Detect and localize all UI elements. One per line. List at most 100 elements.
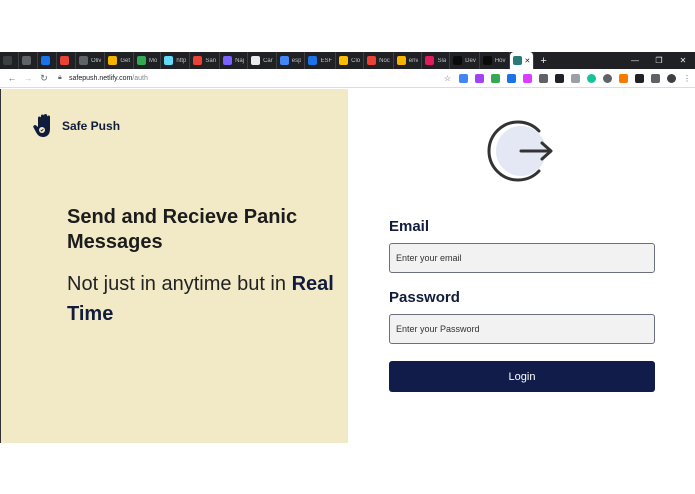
tab[interactable] [57, 52, 76, 69]
d-icon [453, 56, 463, 65]
r-icon [308, 56, 318, 65]
tab[interactable] [0, 52, 19, 69]
tab-title: env [408, 57, 419, 64]
browser-tab-strip: Oliv Get Mo http San Naj Car esp ESF Clo Noc env Sla… [0, 52, 695, 69]
circle-icon [22, 56, 31, 65]
window-controls: — ❐ ✕ [623, 56, 695, 65]
tab-title: Naj [235, 57, 245, 64]
app-icon [3, 56, 12, 65]
tab[interactable] [38, 52, 57, 69]
tab-title: http [176, 57, 187, 64]
extension-icon[interactable] [523, 73, 532, 83]
extension-icon[interactable] [571, 73, 580, 83]
tab-title: ESF [320, 57, 333, 64]
hero-subline-text: Not just in anytime but in [67, 273, 292, 295]
extension-icon[interactable] [555, 73, 564, 83]
tab[interactable]: Mo [134, 52, 162, 69]
record-icon [60, 56, 69, 65]
menu-icon[interactable]: ⋮ [683, 74, 691, 83]
password-label: Password [389, 289, 460, 306]
tab[interactable]: Sla [422, 52, 451, 69]
extension-icon[interactable] [635, 73, 644, 83]
browser-toolbar: ← → ↻ 🔒︎ safepush.netlify.com/auth ☆ ⋮ [0, 69, 695, 88]
address-bar[interactable]: safepush.netlify.com/auth [69, 75, 148, 82]
extension-icon[interactable] [651, 73, 660, 83]
tab[interactable]: Naj [220, 52, 249, 69]
cloud-icon [339, 56, 349, 65]
close-window-button[interactable]: ✕ [671, 56, 695, 65]
tab[interactable]: Noc [364, 52, 394, 69]
extensions-area: ⋮ [459, 73, 691, 83]
tab[interactable]: ESF [305, 52, 337, 69]
reload-icon[interactable]: ↻ [36, 73, 52, 84]
extension-icon[interactable] [491, 73, 500, 83]
password-field[interactable] [389, 314, 655, 344]
profile-avatar[interactable] [667, 73, 676, 83]
restore-button[interactable]: ❐ [647, 56, 671, 65]
tab[interactable] [19, 52, 38, 69]
tab-title: Get [120, 57, 131, 64]
new-tab-button[interactable]: + [534, 55, 552, 67]
screen-bottom-margin [0, 443, 695, 494]
tab-title: Dev [465, 57, 476, 64]
url-host: safepush.netlify.com [69, 74, 133, 82]
tab-title: Car [263, 57, 273, 64]
tab-title: Hov [494, 57, 506, 64]
tab-title: esp [291, 57, 302, 64]
github-icon [79, 56, 88, 65]
tab[interactable]: Hov [480, 52, 510, 69]
bookmark-star-icon[interactable]: ☆ [444, 74, 451, 83]
hero-subline: Not just in anytime but in Real Time [67, 269, 337, 329]
hand-icon [33, 114, 50, 138]
square-icon [41, 56, 50, 65]
back-arrow-icon[interactable]: ← [4, 73, 20, 83]
bars-icon [223, 56, 233, 65]
minimize-button[interactable]: — [623, 56, 647, 65]
extension-icon[interactable] [539, 73, 548, 83]
tab[interactable]: env [394, 52, 423, 69]
tab-title: San [205, 57, 217, 64]
screen-top-margin [0, 0, 695, 52]
tab[interactable]: http [161, 52, 191, 69]
tab[interactable]: Oliv [76, 52, 106, 69]
login-panel: Email Password Login [348, 89, 695, 443]
tab-title: Clo [351, 57, 361, 64]
login-icon [487, 120, 553, 182]
extension-icon[interactable] [507, 73, 516, 83]
sheet-icon [137, 56, 147, 65]
tab[interactable]: Get [105, 52, 135, 69]
tab-active[interactable]: ✕ [509, 52, 535, 69]
forward-arrow-icon[interactable]: → [20, 73, 36, 83]
brand-name: Safe Push [62, 119, 121, 133]
doc-icon [251, 56, 261, 65]
tab[interactable]: San [190, 52, 221, 69]
active-tab-icon [512, 56, 522, 65]
email-field[interactable] [389, 243, 655, 273]
extension-icon[interactable] [619, 73, 628, 83]
d-icon [482, 56, 492, 65]
extension-icon[interactable] [587, 73, 596, 83]
tab-title: Oliv [91, 57, 102, 64]
chevrons-icon [367, 56, 377, 65]
slack-icon [425, 56, 435, 65]
close-icon[interactable]: ✕ [525, 57, 531, 65]
hand-icon [396, 56, 406, 65]
tab[interactable]: Dev [450, 52, 480, 69]
mail-icon [193, 56, 203, 65]
tab[interactable]: esp [277, 52, 306, 69]
lock-icon[interactable]: 🔒︎ [58, 74, 67, 82]
react-icon [164, 56, 174, 65]
tab-title: Mo [149, 57, 158, 64]
login-button[interactable]: Login [389, 361, 655, 392]
hand-icon [108, 56, 118, 65]
extension-icon[interactable] [603, 73, 612, 83]
hero-panel: Safe Push Send and Recieve Panic Message… [0, 89, 348, 443]
hero-headline: Send and Recieve Panic Messages [67, 206, 298, 253]
tab[interactable]: Clo [336, 52, 365, 69]
brand[interactable]: Safe Push [32, 113, 120, 139]
tab[interactable]: Car [248, 52, 277, 69]
extension-icon[interactable] [459, 73, 468, 83]
tab-title: Sla [437, 57, 447, 64]
email-label: Email [389, 218, 430, 235]
extension-icon[interactable] [475, 73, 484, 83]
